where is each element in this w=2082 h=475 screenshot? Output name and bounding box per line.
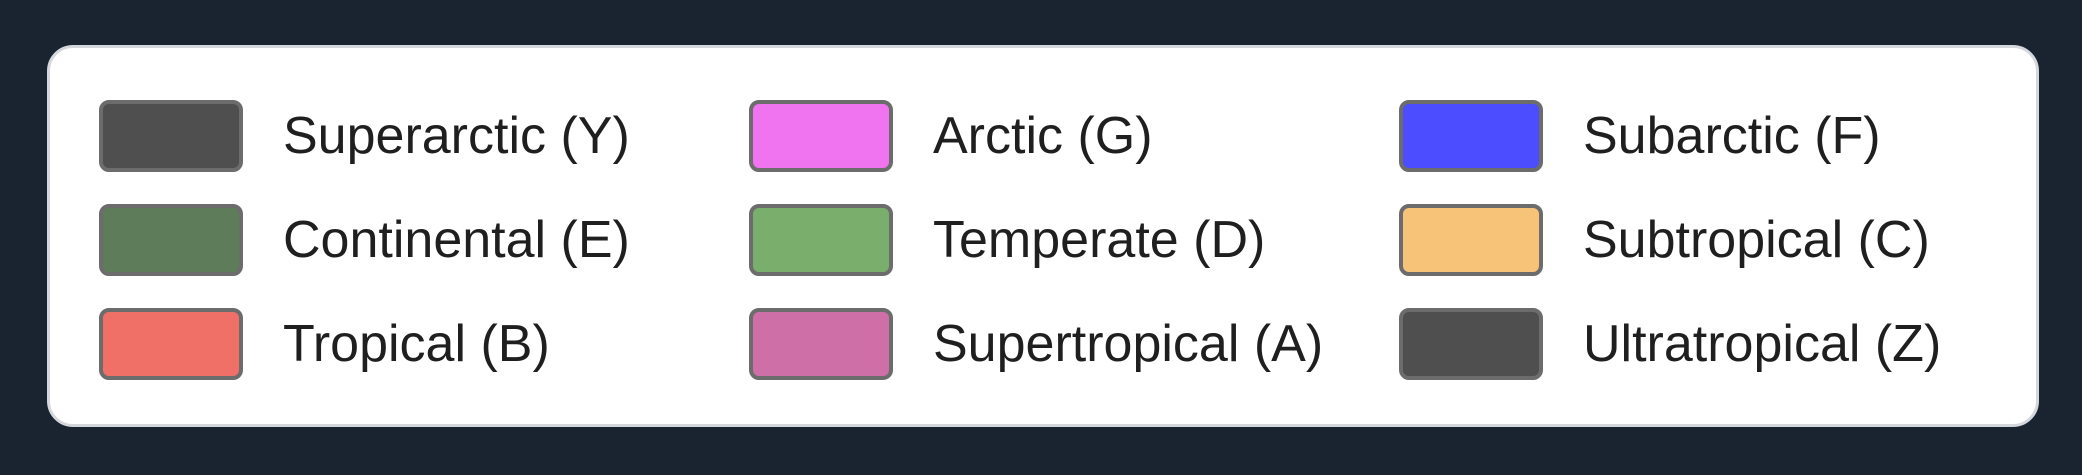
legend-label-temperate: Temperate (D) [933, 211, 1266, 269]
legend-item-subtropical: Subtropical (C) [1399, 203, 1930, 277]
legend-swatch-superarctic [99, 100, 243, 172]
legend-item-ultratropical: Ultratropical (Z) [1399, 307, 1941, 381]
legend-label-supertropical: Supertropical (A) [933, 315, 1324, 373]
legend-item-continental: Continental (E) [99, 203, 630, 277]
legend-item-supertropical: Supertropical (A) [749, 307, 1323, 381]
legend-label-arctic: Arctic (G) [933, 107, 1153, 165]
legend-label-continental: Continental (E) [283, 211, 630, 269]
legend-swatch-subarctic [1399, 100, 1543, 172]
legend-item-superarctic: Superarctic (Y) [99, 99, 630, 173]
legend-label-ultratropical: Ultratropical (Z) [1583, 315, 1942, 373]
legend-swatch-supertropical [749, 308, 893, 380]
legend-label-subtropical: Subtropical (C) [1583, 211, 1930, 269]
legend-label-tropical: Tropical (B) [283, 315, 550, 373]
legend-label-superarctic: Superarctic (Y) [283, 107, 630, 165]
legend-item-tropical: Tropical (B) [99, 307, 550, 381]
legend-item-subarctic: Subarctic (F) [1399, 99, 1881, 173]
legend-label-subarctic: Subarctic (F) [1583, 107, 1881, 165]
legend-swatch-arctic [749, 100, 893, 172]
climate-zone-legend: Superarctic (Y) Arctic (G) Subarctic (F)… [47, 45, 2039, 427]
legend-grid: Superarctic (Y) Arctic (G) Subarctic (F)… [50, 48, 2036, 424]
legend-swatch-ultratropical [1399, 308, 1543, 380]
legend-swatch-tropical [99, 308, 243, 380]
legend-swatch-continental [99, 204, 243, 276]
legend-swatch-subtropical [1399, 204, 1543, 276]
legend-item-arctic: Arctic (G) [749, 99, 1153, 173]
legend-item-temperate: Temperate (D) [749, 203, 1265, 277]
legend-swatch-temperate [749, 204, 893, 276]
